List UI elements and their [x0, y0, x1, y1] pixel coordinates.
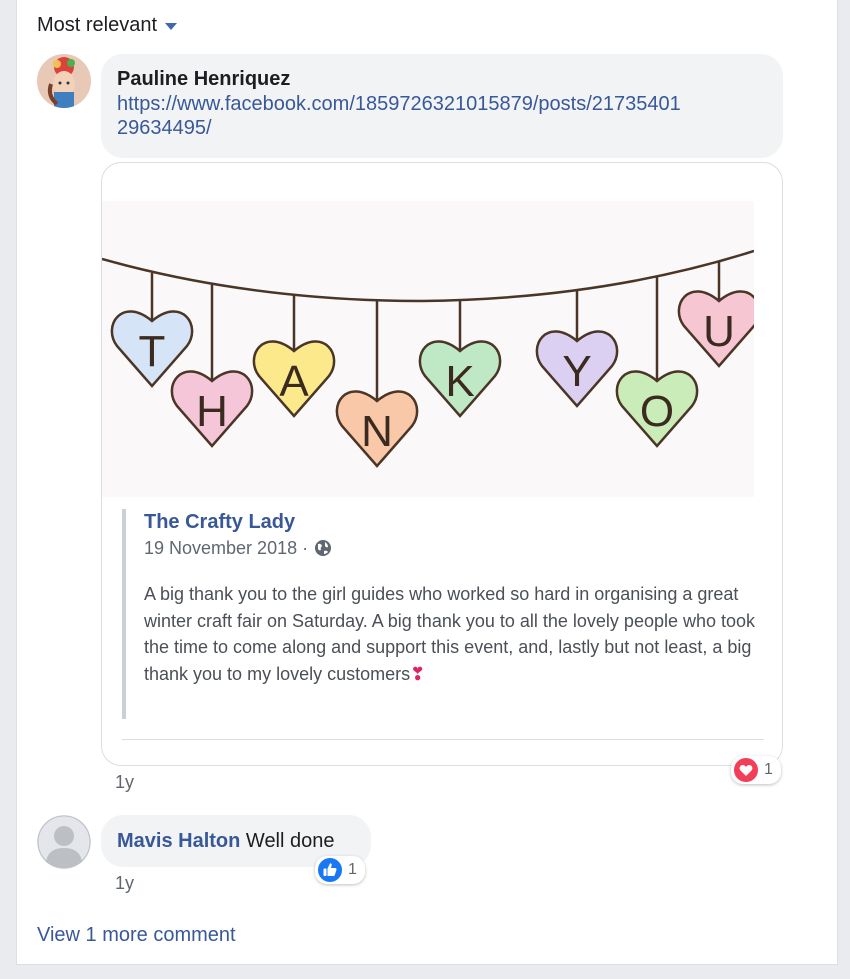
default-avatar[interactable] [37, 815, 91, 869]
shared-post-quote: The Crafty Lady 19 November 2018 · A big… [122, 509, 756, 719]
comment-link[interactable]: https://www.facebook.com/185972632101587… [117, 92, 767, 140]
reaction-count: 1 [348, 861, 357, 878]
link-line-1: https://www.facebook.com/185972632101587… [117, 93, 681, 115]
image-letter: U [703, 307, 735, 356]
thank-you-image[interactable]: T H A N K Y O U [102, 201, 754, 497]
image-letter: K [445, 357, 474, 406]
reaction-count: 1 [764, 761, 773, 778]
like-icon [318, 858, 342, 882]
sort-dropdown[interactable]: Most relevant [37, 14, 178, 37]
heart-exclamation-emoji: ❣ [410, 663, 426, 684]
image-letter: Y [562, 347, 591, 396]
post-text-body: A big thank you to the girl guides who w… [144, 584, 756, 684]
image-letter: H [196, 387, 228, 436]
comment-author[interactable]: Pauline Henriquez [117, 66, 767, 92]
post-text: A big thank you to the girl guides who w… [144, 581, 756, 687]
image-letter: A [279, 357, 309, 406]
comment-timestamp[interactable]: 1y [115, 873, 134, 894]
comment-text: Well done [245, 830, 335, 852]
image-letter: O [640, 387, 674, 436]
link-line-2: 29634495/ [117, 117, 212, 139]
post-meta: 19 November 2018 · [144, 535, 756, 561]
image-letter: T [139, 327, 166, 376]
globe-icon [315, 540, 332, 556]
comment-author[interactable]: Mavis Halton [117, 830, 240, 852]
comment-bubble: Pauline Henriquez https://www.facebook.c… [101, 54, 783, 158]
comments-panel: Most relevant Pauline Henriquez https://… [16, 0, 838, 965]
love-icon [734, 758, 758, 782]
comment-timestamp[interactable]: 1y [115, 772, 134, 793]
reaction-badge[interactable]: 1 [315, 856, 365, 884]
view-more-comments-link[interactable]: View 1 more comment [37, 924, 236, 947]
caret-down-icon [165, 23, 178, 30]
shared-post-card[interactable]: T H A N K Y O U The Crafty Lady 19 Novem… [101, 162, 783, 766]
reaction-badge[interactable]: 1 [731, 756, 781, 784]
avatar[interactable] [37, 54, 91, 108]
card-divider [122, 739, 764, 740]
page-name-link[interactable]: The Crafty Lady [144, 509, 756, 535]
post-date[interactable]: 19 November 2018 · [144, 535, 308, 561]
sort-label: Most relevant [37, 14, 158, 36]
image-letter: N [361, 407, 393, 456]
